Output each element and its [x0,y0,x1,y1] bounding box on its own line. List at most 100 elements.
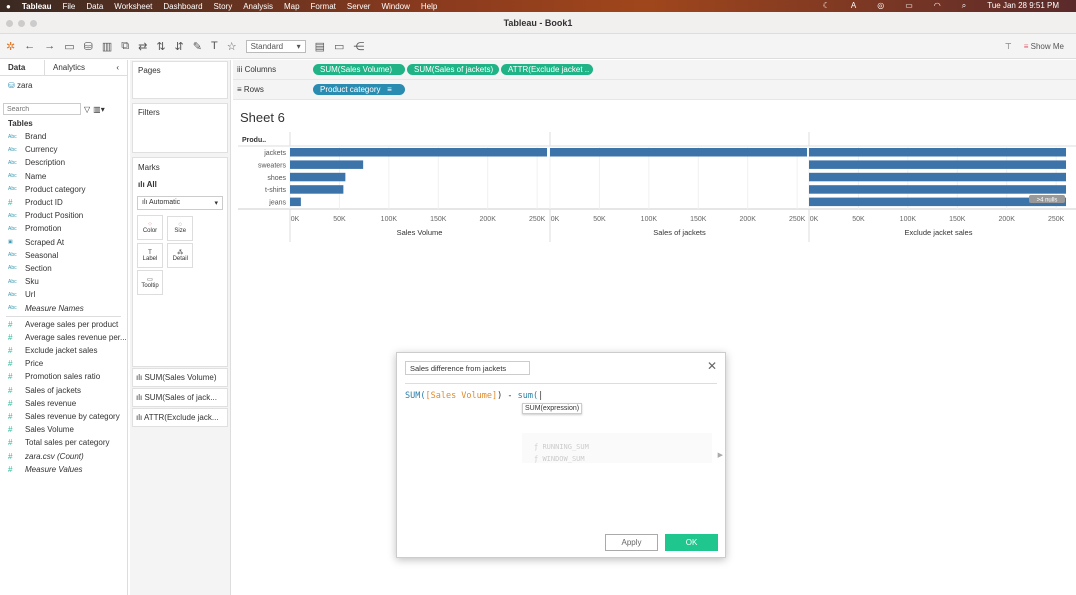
expand-arrow-icon[interactable]: ▶ [718,451,723,459]
column-pill[interactable]: SUM(Sales Volume) [313,64,405,75]
marks-all[interactable]: ılı All [133,177,227,192]
field-label: Product ID [25,198,63,208]
suggestion-item[interactable]: ƒ RUNNING_SUM [534,441,700,453]
label-button[interactable]: T Label [137,243,163,268]
menu-dashboard[interactable]: Dashboard [163,2,202,11]
label-icon[interactable]: T [211,40,218,52]
menu-file[interactable]: File [62,2,75,11]
field-item[interactable]: Abc Product Position [0,209,127,222]
share-icon[interactable]: ⋲ [353,40,364,53]
calc-name-input[interactable]: Sales difference from jackets [405,361,530,375]
tab-analytics[interactable]: Analytics [45,60,93,75]
fit-select[interactable]: Standard ▾ [245,39,306,53]
app-menu[interactable]: Tableau [22,2,52,11]
mark-field[interactable]: ılı ATTR(Exclude jack... [132,408,228,427]
field-label: Sales of jackets [25,385,82,395]
column-pill[interactable]: SUM(Sales of jackets) [407,64,499,75]
show-me-button[interactable]: ≡ Show Me [1024,42,1064,51]
presentation-icon[interactable]: ▭ [334,40,344,53]
field-item[interactable]: Abc Description [0,156,127,169]
sheet-title: Sheet 6 [240,110,285,125]
collapse-icon[interactable]: ‹ [108,60,127,75]
field-item[interactable]: Abc Url [0,288,127,301]
field-item[interactable]: Abc Promotion [0,222,127,235]
field-item[interactable]: # Sales of jackets [0,384,127,397]
search-input[interactable] [3,103,81,115]
menu-map[interactable]: Map [284,2,300,11]
field-item[interactable]: # Price [0,357,127,370]
swap-icon[interactable]: ⇄ [138,40,147,53]
detail-button[interactable]: ⁂ Detail [167,242,194,268]
view-icon[interactable]: ▥▾ [93,105,105,114]
highlight-icon[interactable]: ✎ [193,40,202,53]
field-item[interactable]: # Promotion sales ratio [0,370,127,383]
field-item[interactable]: # Sales revenue [0,397,127,410]
field-item[interactable]: # zara.csv (Count) [0,450,127,463]
pin-icon[interactable]: ☆ [227,40,237,53]
mark-field[interactable]: ılı SUM(Sales Volume) [132,368,228,387]
field-item[interactable]: Abc Brand [0,130,127,143]
back-icon[interactable]: ← [24,40,35,52]
field-item[interactable]: # Sales Volume [0,423,127,436]
field-item[interactable]: ▣ Scraped At [0,236,127,249]
field-item[interactable]: # Exclude jacket sales [0,344,127,357]
menu-format[interactable]: Format [311,2,336,11]
save-icon[interactable]: ▭ [64,40,74,53]
close-icon[interactable]: ✕ [707,359,717,373]
field-item[interactable]: # Sales revenue by category [0,410,127,423]
string-icon: Abc [8,291,17,298]
close-window-button[interactable] [6,20,13,27]
minimize-button[interactable] [18,20,25,27]
pages-shelf[interactable]: Pages [132,61,228,99]
field-item[interactable]: Abc Product category [0,183,127,196]
column-pill[interactable]: ATTR(Exclude jacket .. [501,64,593,75]
field-item[interactable]: # Average sales revenue per... [0,331,127,344]
filter-icon[interactable]: ▽ [84,105,90,114]
tableau-logo-icon[interactable]: ✲ [6,40,15,53]
rows-shelf[interactable]: ≡ Rows Product category ≡ [233,80,1076,100]
zoom-button[interactable] [30,20,37,27]
ok-button[interactable]: OK [665,534,718,551]
field-item[interactable]: Abc Name [0,170,127,183]
columns-shelf[interactable]: iii Columns SUM(Sales Volume) SUM(Sales … [233,60,1076,80]
field-item[interactable]: # Product ID [0,196,127,209]
apple-icon[interactable]: ● [6,2,11,11]
apply-button[interactable]: Apply [605,534,658,551]
tooltip-button[interactable]: ▭ Tooltip [137,270,163,295]
menu-window[interactable]: Window [381,2,409,11]
menu-server[interactable]: Server [347,2,371,11]
field-item[interactable]: Abc Section [0,262,127,275]
filters-shelf[interactable]: Filters [132,103,228,153]
menu-analysis[interactable]: Analysis [243,2,273,11]
cards-icon[interactable]: ▤ [315,40,325,53]
sort-asc-icon[interactable]: ⇅ [156,40,165,53]
menu-help[interactable]: Help [421,2,437,11]
field-item[interactable]: # Total sales per category [0,436,127,449]
sort-desc-icon[interactable]: ⇵ [175,40,184,53]
field-label: Average sales per product [25,319,119,329]
size-button[interactable]: ◌ Size [167,215,194,241]
menu-data[interactable]: Data [86,2,103,11]
mark-field[interactable]: ılı SUM(Sales of jack... [132,388,228,407]
color-button[interactable]: ⁘ Color [137,215,163,240]
forward-icon[interactable]: → [44,40,55,52]
row-pill[interactable]: Product category ≡ [313,84,405,95]
new-datasource-icon[interactable]: ⛁ [84,40,93,53]
menu-story[interactable]: Story [214,2,233,11]
duplicate-icon[interactable]: ⧉ [121,40,129,53]
signpost-icon[interactable]: ⊤ [1005,42,1012,51]
field-item[interactable]: # Average sales per product [0,318,127,331]
field-item[interactable]: Abc Seasonal [0,249,127,262]
datasource[interactable]: ⛁ zara [0,76,127,95]
suggestion-item[interactable]: ƒ WINDOW_SUM [534,453,700,465]
field-item[interactable]: Abc Sku [0,275,127,288]
menu-worksheet[interactable]: Worksheet [114,2,152,11]
field-label: Brand [25,132,47,142]
field-item[interactable]: Abc Measure Names [0,301,127,314]
formula-editor[interactable]: SUM([Sales Volume]) - sum(| [405,391,543,401]
tab-data[interactable]: Data [0,60,45,75]
field-item[interactable]: Abc Currency [0,143,127,156]
new-worksheet-icon[interactable]: ▥ [102,40,112,53]
mark-type-select[interactable]: ılı Automatic ▾ [137,196,223,210]
field-item[interactable]: # Measure Values [0,463,127,476]
